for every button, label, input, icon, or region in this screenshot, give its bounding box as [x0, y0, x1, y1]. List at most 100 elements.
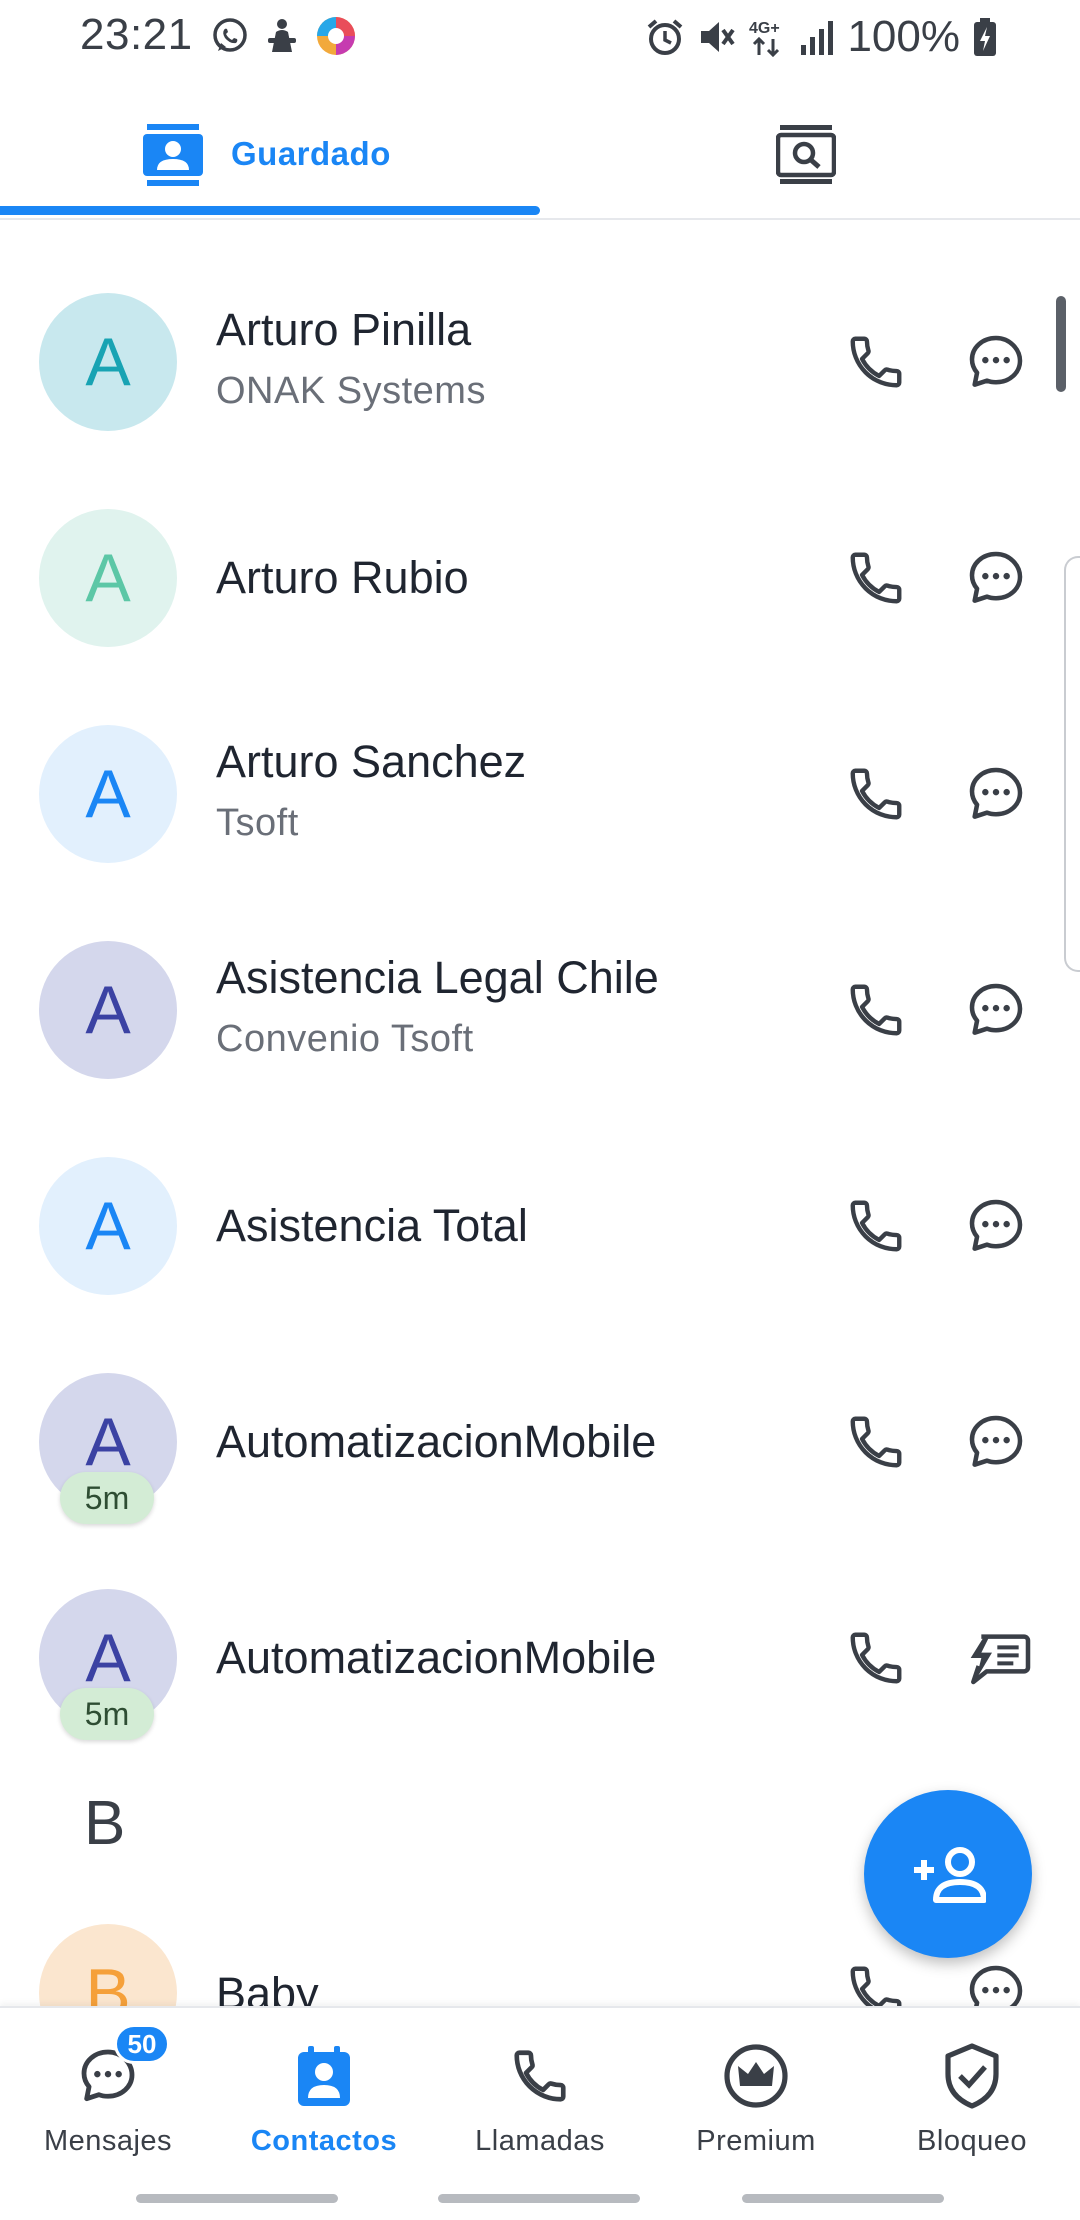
chat-bubble-icon [969, 335, 1023, 387]
alarm-icon [648, 19, 683, 55]
chat-bubble-icon [969, 767, 1023, 819]
contact-name: AutomatizacionMobile [216, 1416, 657, 1467]
message-button[interactable] [960, 974, 1032, 1046]
battery-charging-icon [974, 18, 996, 56]
time-badge: 5m [60, 1688, 154, 1740]
message-button[interactable] [960, 1190, 1032, 1262]
contact-card-icon [143, 124, 203, 186]
chat-bubble-icon [969, 983, 1023, 1035]
message-button[interactable] [960, 758, 1032, 830]
avatar: A [39, 1157, 177, 1295]
contacts-icon [298, 2045, 350, 2106]
call-button[interactable] [840, 542, 912, 614]
chat-bubble-icon [969, 1199, 1023, 1251]
contact-row[interactable]: A Arturo Rubio [0, 436, 1080, 652]
shield-icon [945, 2042, 999, 2109]
nav-premium[interactable]: Premium [648, 2008, 864, 2158]
fast-scroll-track[interactable] [1064, 556, 1080, 972]
flash-message-button[interactable] [960, 1622, 1032, 1694]
bottom-navigation: 50 Mensajes Contactos Llamadas Premium B… [0, 2006, 1080, 2220]
call-button[interactable] [840, 1956, 912, 2006]
nav-messages[interactable]: 50 Mensajes [0, 2008, 216, 2158]
contact-row[interactable]: A Asistencia Legal Chile Convenio Tsoft [0, 868, 1080, 1084]
contact-row[interactable]: A Asistencia Total [0, 1084, 1080, 1300]
chat-bubble-icon [969, 1415, 1023, 1467]
nav-label: Premium [696, 2125, 816, 2157]
call-button[interactable] [840, 326, 912, 398]
tab-active-indicator [0, 206, 540, 215]
avatar: B [39, 1924, 177, 2006]
nav-label: Llamadas [475, 2125, 605, 2157]
signal-icon [801, 21, 834, 55]
nav-icon-wrap: 50 [76, 2024, 170, 2115]
tab-contact-search[interactable] [776, 90, 836, 218]
call-button[interactable] [840, 1622, 912, 1694]
call-button[interactable] [840, 974, 912, 1046]
app-icon [268, 19, 296, 52]
status-time: 23:21 [80, 10, 193, 59]
contact-name: Asistencia Total [216, 1200, 528, 1251]
contact-name: Asistencia Legal Chile [216, 952, 659, 1003]
avatar: A [39, 941, 177, 1079]
contact-list[interactable]: A Arturo Pinilla ONAK Systems A Arturo R… [0, 220, 1080, 2006]
contact-subtitle: Convenio Tsoft [216, 1018, 474, 1060]
mute-icon [701, 22, 736, 52]
status-notification-icons [210, 14, 358, 58]
nav-icon-wrap [296, 2036, 352, 2115]
phone-icon [514, 2049, 566, 2102]
contact-row[interactable]: A 5m AutomatizacionMobile [0, 1300, 1080, 1524]
chat-bubble-icon [969, 1965, 1023, 2006]
contact-row[interactable]: A Arturo Pinilla ONAK Systems [0, 220, 1080, 436]
add-contact-button[interactable] [864, 1790, 1032, 1958]
nav-contacts[interactable]: Contactos [216, 2008, 432, 2158]
contact-search-icon [776, 125, 836, 184]
add-contact-icon [914, 1847, 986, 1903]
call-button[interactable] [840, 758, 912, 830]
gesture-handle-right [742, 2194, 944, 2203]
tab-saved[interactable]: Guardado [143, 90, 391, 218]
status-bar: 23:21 4G+ 100% [0, 0, 1080, 72]
message-button[interactable] [960, 1406, 1032, 1478]
message-button[interactable] [960, 326, 1032, 398]
nav-calls[interactable]: Llamadas [432, 2008, 648, 2158]
contact-name: Arturo Sanchez [216, 736, 527, 787]
phone-icon [850, 552, 902, 604]
phone-icon [850, 1200, 902, 1252]
phone-icon [850, 1632, 902, 1684]
gesture-handle-left [136, 2194, 338, 2203]
section-header-letter: B [84, 1789, 126, 1858]
scrollbar-thumb[interactable] [1056, 296, 1066, 392]
call-button[interactable] [840, 1190, 912, 1262]
avatar: A [39, 725, 177, 863]
crown-icon [724, 2043, 788, 2108]
phone-icon [850, 1416, 902, 1468]
nav-label: Mensajes [43, 2125, 173, 2157]
contact-row[interactable]: A 5m AutomatizacionMobile [0, 1516, 1080, 1740]
contact-name: Arturo Pinilla [216, 304, 472, 355]
contacts-tabs: Guardado [0, 90, 1080, 220]
nav-icon-wrap [722, 2036, 790, 2115]
gesture-handle-center[interactable] [438, 2194, 640, 2203]
contact-name: Arturo Rubio [216, 552, 469, 603]
network-4g-icon: 4G+ [749, 20, 780, 57]
status-system-icons: 4G+ 100% [645, 12, 998, 62]
avatar: A [39, 293, 177, 431]
contact-row[interactable]: A Arturo Sanchez Tsoft [0, 652, 1080, 868]
browser-icon [317, 17, 355, 55]
phone-icon [850, 984, 902, 1036]
nav-icon-wrap [509, 2036, 571, 2115]
message-button[interactable] [960, 1956, 1032, 2006]
contact-name: Baby [216, 1968, 319, 2006]
nav-block[interactable]: Bloqueo [864, 2008, 1080, 2158]
call-button[interactable] [840, 1406, 912, 1478]
nav-label: Bloqueo [917, 2125, 1027, 2157]
nav-label: Contactos [250, 2125, 398, 2157]
contact-subtitle: ONAK Systems [216, 370, 486, 412]
svg-text:4G+: 4G+ [749, 20, 780, 37]
phone-icon [850, 1966, 902, 2006]
message-button[interactable] [960, 542, 1032, 614]
battery-percentage: 100% [847, 12, 960, 61]
tab-saved-label: Guardado [231, 135, 391, 172]
contact-name: AutomatizacionMobile [216, 1632, 657, 1683]
whatsapp-icon [213, 18, 247, 52]
